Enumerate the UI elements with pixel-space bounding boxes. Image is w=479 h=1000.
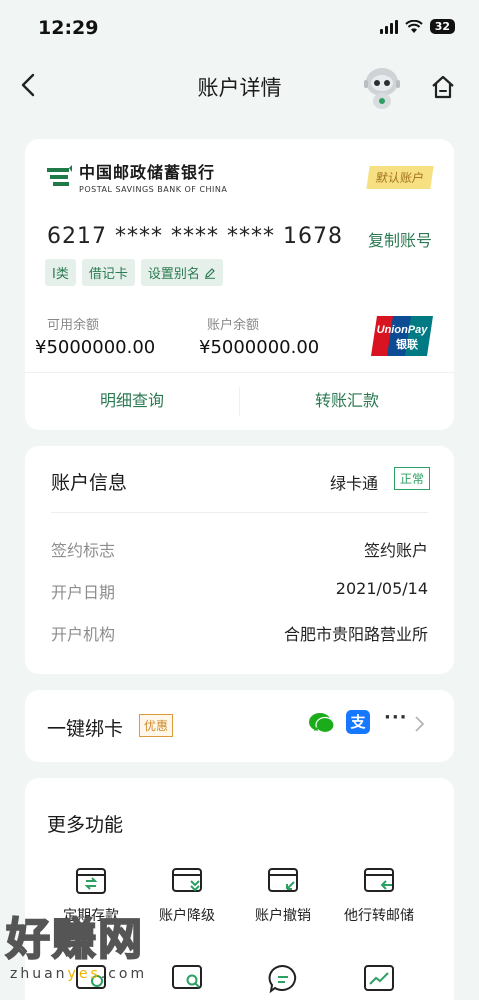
account-card: 中国邮政储蓄银行 POSTAL SAVINGS BANK OF CHINA 默认… <box>25 139 454 430</box>
transaction-query-button[interactable]: 明细查询 <box>25 373 239 430</box>
status-bar: 12:29 32 <box>0 0 479 56</box>
sign-flag-value: 签约账户 <box>363 541 428 560</box>
card-search-icon <box>172 965 202 989</box>
svg-text:银联: 银联 <box>396 337 418 351</box>
bind-title: 一键绑卡 <box>47 718 124 740</box>
card-actions: 明细查询 转账汇款 <box>25 372 454 430</box>
available-balance-value: ¥5000000.00 <box>35 337 156 358</box>
open-branch-label: 开户机构 <box>51 625 116 644</box>
unionpay-logo-icon: UnionPay 银联 <box>371 316 433 356</box>
set-alias-label: 设置别名 <box>147 267 200 282</box>
assistant-robot-icon[interactable] <box>360 64 404 110</box>
account-info-title: 账户信息 <box>51 472 128 494</box>
open-branch-value: 合肥市贵阳路营业所 <box>283 625 428 644</box>
cancel-account-icon <box>268 868 298 892</box>
open-date-value: 2021/05/14 <box>335 579 428 598</box>
downgrade-icon <box>172 868 202 892</box>
watermark-url: zhuanyes.com <box>10 966 148 982</box>
account-balance-label: 账户余额 <box>207 318 260 333</box>
available-balance-label: 可用余额 <box>47 318 100 333</box>
set-alias-button[interactable]: 设置别名 <box>140 259 223 286</box>
battery-icon: 32 <box>429 19 455 34</box>
open-date-label: 开户日期 <box>51 583 116 602</box>
feature-transfer-in[interactable]: 他行转邮储 <box>329 867 429 925</box>
pencil-icon <box>204 267 215 279</box>
one-click-bind-row[interactable]: 一键绑卡 优惠 支 ··· <box>25 690 454 762</box>
home-icon[interactable] <box>429 73 457 101</box>
feature-label: 账户撤销 <box>255 908 311 924</box>
transfer-in-icon <box>364 868 394 892</box>
account-info-card: 账户信息 绿卡通 正常 签约标志 签约账户 开户日期 2021/05/14 开户… <box>25 446 454 674</box>
feature-label: 账户降级 <box>159 908 215 924</box>
alipay-icon: 支 <box>346 710 370 734</box>
status-badge: 正常 <box>393 467 430 490</box>
more-functions-title: 更多功能 <box>47 814 124 836</box>
more-dots-icon: ··· <box>384 707 408 728</box>
wifi-icon <box>404 19 423 33</box>
message-icon <box>268 964 297 994</box>
feature-row2-3[interactable] <box>233 964 333 994</box>
feature-cancel-account[interactable]: 账户撤销 <box>233 867 333 925</box>
trend-chart-icon <box>364 965 394 991</box>
chevron-right-icon <box>415 716 425 732</box>
watermark-text: 好赚网 <box>5 913 144 966</box>
account-tags: I类 借记卡 设置别名 <box>45 259 223 286</box>
card-type: 绿卡通 <box>329 474 378 493</box>
promo-badge: 优惠 <box>139 714 174 737</box>
signal-icon <box>379 19 398 34</box>
bank-name-en: POSTAL SAVINGS BANK OF CHINA <box>79 185 228 194</box>
status-time: 12:29 <box>38 17 99 39</box>
postal-bank-logo-icon <box>47 164 72 186</box>
bank-name-cn: 中国邮政储蓄银行 <box>79 163 216 182</box>
feature-row2-2[interactable] <box>137 964 237 992</box>
nav-bar: 账户详情 <box>0 60 479 112</box>
feature-downgrade[interactable]: 账户降级 <box>137 867 237 925</box>
default-account-tag: 默认账户 <box>366 166 434 189</box>
feature-row2-4[interactable] <box>329 964 429 992</box>
sign-flag-label: 签约标志 <box>51 541 116 560</box>
copy-account-button[interactable]: 复制账号 <box>368 227 432 251</box>
account-balance-value: ¥5000000.00 <box>199 337 320 358</box>
watermark: 好赚网 zhuanyes.com <box>5 913 148 982</box>
page-title: 账户详情 <box>197 76 282 100</box>
wechat-icon <box>309 713 335 734</box>
deposit-icon <box>76 868 106 894</box>
feature-label: 他行转邮储 <box>344 908 414 924</box>
card-number: 6217 **** **** **** 1678 <box>47 224 343 249</box>
tag-class: I类 <box>45 259 76 286</box>
transfer-button[interactable]: 转账汇款 <box>240 373 454 430</box>
bank-logo: 中国邮政储蓄银行 POSTAL SAVINGS BANK OF CHINA <box>45 159 227 194</box>
svg-text:UnionPay: UnionPay <box>377 324 429 336</box>
tag-card-type: 借记卡 <box>81 259 135 286</box>
